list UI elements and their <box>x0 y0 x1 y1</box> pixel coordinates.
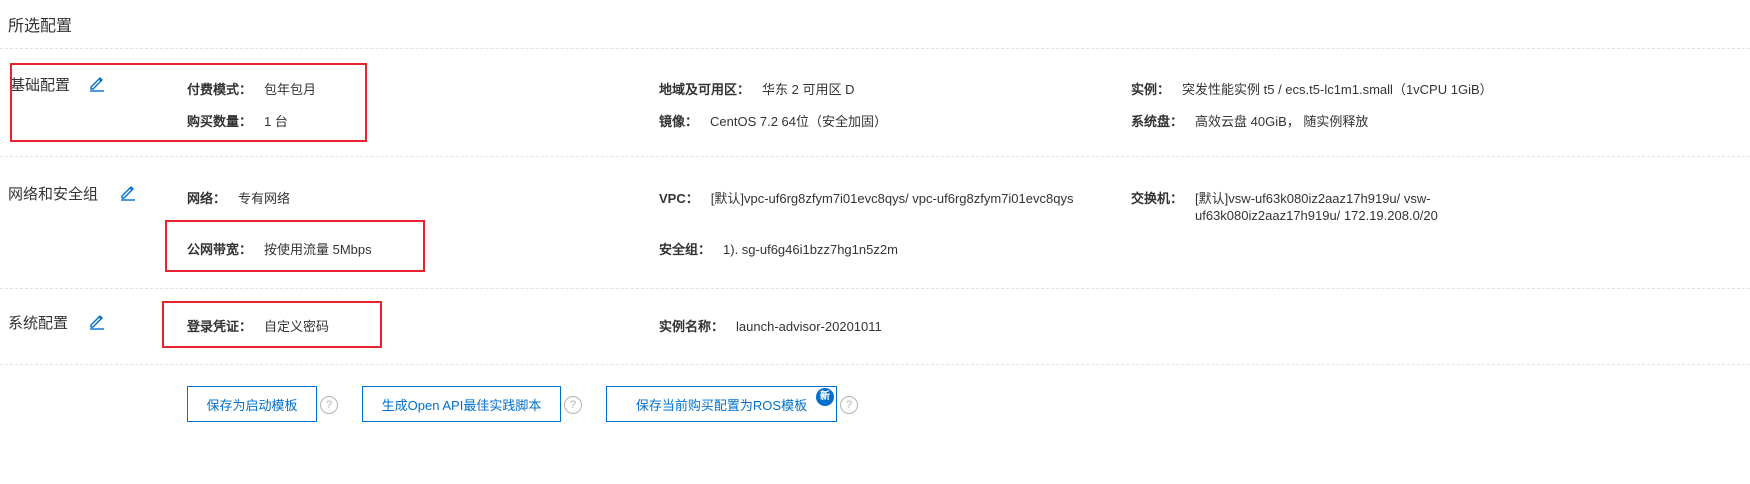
field-value-continued: uf63k080iz2aaz17h919u/ 172.19.208.0/20 <box>1195 208 1438 223</box>
field-value: 华东 2 可用区 D <box>762 82 855 97</box>
question-circle-icon[interactable]: ? <box>564 396 582 414</box>
field-label: 安全组： <box>659 242 712 257</box>
generate-api-script-button[interactable]: 生成Open API最佳实践脚本 <box>362 386 561 422</box>
question-circle-icon[interactable]: ? <box>840 396 858 414</box>
field-value: [默认]vsw-uf63k080iz2aaz17h919u/ vsw- <box>1195 191 1431 206</box>
highlight-box <box>165 220 425 272</box>
divider <box>0 156 1750 157</box>
field-vswitch: 交换机： [默认]vsw-uf63k080iz2aaz17h919u/ vsw- <box>1131 188 1431 207</box>
field-value: 高效云盘 40GiB， 随实例释放 <box>1195 114 1369 129</box>
field-system-disk: 系统盘： 高效云盘 40GiB， 随实例释放 <box>1131 111 1368 130</box>
field-label: 实例名称： <box>659 319 725 334</box>
save-ros-template-button[interactable]: 保存当前购买配置为ROS模板 <box>606 386 837 422</box>
field-label: 网络： <box>187 191 227 206</box>
section-title-network: 网络和安全组 <box>8 186 99 203</box>
field-security-group: 安全组： 1). sg-uf6g46i1bzz7hg1n5z2m <box>659 239 898 258</box>
field-label: 地域及可用区： <box>659 82 751 97</box>
field-instance-name: 实例名称： launch-advisor-20201011 <box>659 316 882 335</box>
field-value: CentOS 7.2 64位（安全加固） <box>710 114 888 129</box>
field-label: 实例： <box>1131 82 1171 97</box>
divider <box>0 288 1750 289</box>
divider <box>0 364 1750 365</box>
highlight-box <box>10 63 367 142</box>
field-label: 镜像： <box>659 114 699 129</box>
highlight-box <box>162 301 382 348</box>
field-vpc: VPC： [默认]vpc-uf6rg8zfym7i01evc8qys/ vpc-u… <box>659 188 1073 207</box>
field-value: launch-advisor-20201011 <box>736 319 882 334</box>
new-badge: 新 <box>816 388 834 406</box>
section-title-system: 系统配置 <box>8 315 69 332</box>
divider <box>0 48 1750 49</box>
field-label: VPC： <box>659 191 699 206</box>
save-launch-template-button[interactable]: 保存为启动模板 <box>187 386 317 422</box>
field-image: 镜像： CentOS 7.2 64位（安全加固） <box>659 111 887 130</box>
field-region: 地域及可用区： 华东 2 可用区 D <box>659 79 854 98</box>
pencil-edit-icon[interactable] <box>88 312 106 330</box>
field-value: 专有网络 <box>238 191 291 206</box>
page-title: 所选配置 <box>8 18 73 35</box>
field-instance: 实例： 突发性能实例 t5 / ecs.t5-lc1m1.small（1vCPU … <box>1131 79 1493 98</box>
field-value: 1). sg-uf6g46i1bzz7hg1n5z2m <box>723 242 898 257</box>
field-network: 网络： 专有网络 <box>187 188 290 207</box>
field-value: [默认]vpc-uf6rg8zfym7i01evc8qys/ vpc-uf6rg… <box>710 191 1074 206</box>
field-label: 交换机： <box>1131 191 1184 206</box>
field-value: 突发性能实例 t5 / ecs.t5-lc1m1.small（1vCPU 1Gi… <box>1182 82 1493 97</box>
field-label: 系统盘： <box>1131 114 1184 129</box>
pencil-edit-icon[interactable] <box>119 183 137 201</box>
question-circle-icon[interactable]: ? <box>320 396 338 414</box>
